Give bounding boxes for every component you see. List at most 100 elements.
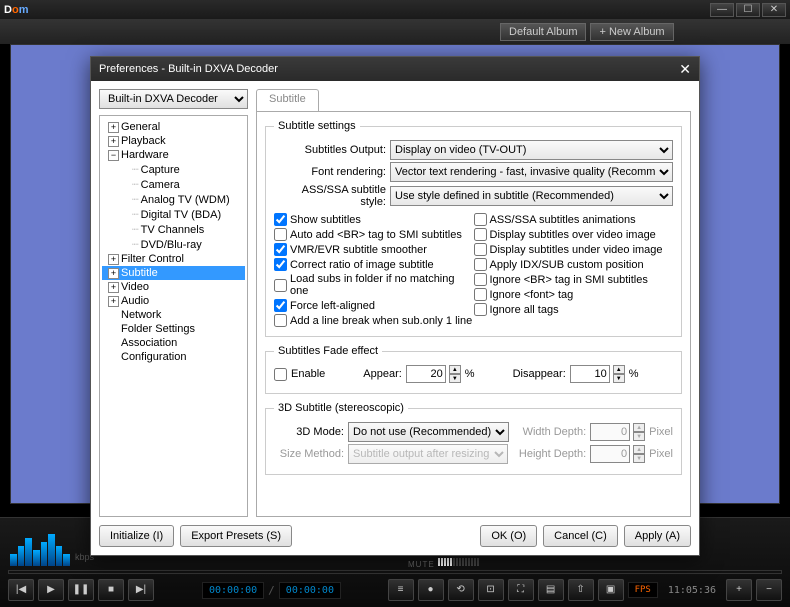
tree-configuration[interactable]: Configuration — [102, 350, 245, 364]
logo-d: D — [4, 4, 12, 16]
tree-video[interactable]: +Video — [102, 280, 245, 294]
tree-analog-tv[interactable]: Analog TV (WDM) — [102, 192, 245, 207]
tree-subtitle[interactable]: +Subtitle — [102, 266, 245, 280]
checkbox-right-0-input[interactable] — [474, 213, 487, 226]
disappear-up[interactable]: ▲ — [613, 365, 625, 374]
settings-button[interactable]: ▤ — [538, 579, 564, 601]
ass-style-select[interactable]: Use style defined in subtitle (Recommend… — [390, 186, 673, 206]
appear-down[interactable]: ▼ — [449, 374, 461, 383]
tree-digital-tv[interactable]: Digital TV (BDA) — [102, 207, 245, 222]
checkbox-left-2-label: VMR/EVR subtitle smoother — [290, 244, 427, 256]
checkbox-left-3[interactable]: Correct ratio of image subtitle — [274, 257, 474, 272]
lock-button[interactable]: ▣ — [598, 579, 624, 601]
app-logo: Dom — [4, 4, 28, 16]
checkbox-left-0-input[interactable] — [274, 213, 287, 226]
appear-up[interactable]: ▲ — [449, 365, 461, 374]
checkbox-left-2[interactable]: VMR/EVR subtitle smoother — [274, 242, 474, 257]
width-down: ▼ — [633, 432, 645, 441]
checkbox-left-0[interactable]: Show subtitles — [274, 212, 474, 227]
prev-button[interactable]: |◀ — [8, 579, 34, 601]
checkbox-right-5-input[interactable] — [474, 288, 487, 301]
checkbox-left-1[interactable]: Auto add <BR> tag to SMI subtitles — [274, 227, 474, 242]
seek-bar[interactable] — [8, 570, 782, 574]
decoder-dropdown[interactable]: Built-in DXVA Decoder — [99, 89, 248, 109]
minimize-button[interactable]: — — [710, 3, 734, 17]
cancel-button[interactable]: Cancel (C) — [543, 525, 618, 547]
checkbox-right-0[interactable]: ASS/SSA subtitles animations — [474, 212, 674, 227]
pref-titlebar[interactable]: Preferences - Built-in DXVA Decoder ✕ — [91, 57, 699, 81]
pref-close-button[interactable]: ✕ — [679, 61, 691, 78]
checkbox-right-6-input[interactable] — [474, 303, 487, 316]
tree-playback[interactable]: +Playback — [102, 134, 245, 148]
tree-general[interactable]: +General — [102, 120, 245, 134]
appear-input[interactable] — [406, 365, 446, 383]
disappear-input[interactable] — [570, 365, 610, 383]
checkbox-left-4[interactable]: Load subs in folder if no matching one — [274, 272, 474, 298]
checkbox-right-1-input[interactable] — [474, 228, 487, 241]
export-presets-button[interactable]: Export Presets (S) — [180, 525, 292, 547]
open-button[interactable]: ≡ — [388, 579, 414, 601]
next-button[interactable]: ▶| — [128, 579, 154, 601]
checkbox-left-5-input[interactable] — [274, 299, 287, 312]
disappear-down[interactable]: ▼ — [613, 374, 625, 383]
tree-tv-channels[interactable]: TV Channels — [102, 222, 245, 237]
close-button[interactable]: ✕ — [762, 3, 786, 17]
maximize-button[interactable]: ☐ — [736, 3, 760, 17]
tree-folder-settings[interactable]: Folder Settings — [102, 322, 245, 336]
checkbox-left-6-input[interactable] — [274, 314, 287, 327]
record-button[interactable]: ● — [418, 579, 444, 601]
repeat-button[interactable]: ⟲ — [448, 579, 474, 601]
tree-filter-control[interactable]: +Filter Control — [102, 252, 245, 266]
ok-button[interactable]: OK (O) — [480, 525, 537, 547]
checkbox-right-6[interactable]: Ignore all tags — [474, 302, 674, 317]
checkbox-right-2-input[interactable] — [474, 243, 487, 256]
time-elapsed: 00:00:00 — [202, 582, 264, 599]
width-pixel: Pixel — [649, 426, 673, 438]
tree-capture[interactable]: Capture — [102, 162, 245, 177]
stop-button[interactable]: ■ — [98, 579, 124, 601]
initialize-button[interactable]: Initialize (I) — [99, 525, 174, 547]
default-album-tab[interactable]: Default Album — [500, 23, 586, 41]
checkbox-left-6[interactable]: Add a line break when sub.only 1 line — [274, 313, 474, 328]
checkbox-left-5[interactable]: Force left-aligned — [274, 298, 474, 313]
checkbox-left-2-input[interactable] — [274, 243, 287, 256]
apply-button[interactable]: Apply (A) — [624, 525, 691, 547]
fade-enable-checkbox[interactable] — [274, 368, 287, 381]
font-rendering-select[interactable]: Vector text rendering - fast, invasive q… — [390, 162, 673, 182]
tree-camera[interactable]: Camera — [102, 177, 245, 192]
play-button[interactable]: ▶ — [38, 579, 64, 601]
checkbox-right-1[interactable]: Display subtitles over video image — [474, 227, 674, 242]
checkbox-right-2-label: Display subtitles under video image — [490, 244, 663, 256]
tree-dvd[interactable]: DVD/Blu-ray — [102, 237, 245, 252]
toggle-button[interactable]: ⊡ — [478, 579, 504, 601]
new-album-tab[interactable]: + New Album — [590, 23, 673, 41]
settings-tree[interactable]: +General +Playback −Hardware Capture Cam… — [99, 115, 248, 517]
tab-subtitle[interactable]: Subtitle — [256, 89, 319, 111]
tree-hardware[interactable]: −Hardware — [102, 148, 245, 162]
checkbox-right-4-input[interactable] — [474, 273, 487, 286]
checkbox-left-4-input[interactable] — [274, 279, 287, 292]
fullscreen-button[interactable]: ⛶ — [508, 579, 534, 601]
logo-m: m — [19, 4, 29, 16]
minus-button[interactable]: − — [756, 579, 782, 601]
plus-button[interactable]: + — [726, 579, 752, 601]
height-depth-label: Height Depth: — [519, 448, 586, 460]
options-panel: Subtitle settings Subtitles Output: Disp… — [256, 111, 691, 517]
checkbox-left-1-input[interactable] — [274, 228, 287, 241]
checkbox-right-4[interactable]: Ignore <BR> tag in SMI subtitles — [474, 272, 674, 287]
pause-button[interactable]: ❚❚ — [68, 579, 94, 601]
mode-select[interactable]: Do not use (Recommended) — [348, 422, 509, 442]
width-up: ▲ — [633, 423, 645, 432]
subtitles-output-select[interactable]: Display on video (TV-OUT) — [390, 140, 673, 160]
checkbox-right-3[interactable]: Apply IDX/SUB custom position — [474, 257, 674, 272]
tree-network[interactable]: Network — [102, 308, 245, 322]
checkbox-right-3-input[interactable] — [474, 258, 487, 271]
checkbox-left-3-input[interactable] — [274, 258, 287, 271]
tree-association[interactable]: Association — [102, 336, 245, 350]
checkbox-right-5[interactable]: Ignore <font> tag — [474, 287, 674, 302]
equalizer — [10, 526, 70, 566]
size-method-label: Size Method: — [274, 448, 344, 460]
checkbox-right-2[interactable]: Display subtitles under video image — [474, 242, 674, 257]
tree-audio[interactable]: +Audio — [102, 294, 245, 308]
pin-button[interactable]: ⇧ — [568, 579, 594, 601]
